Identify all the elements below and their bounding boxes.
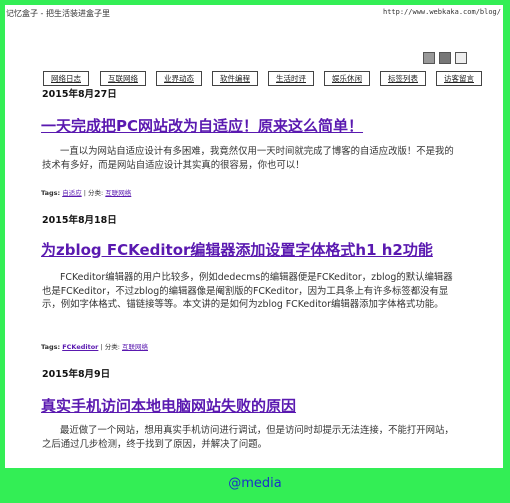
nav-item-guestbook[interactable]: 访客留言: [436, 71, 482, 86]
rss-icon[interactable]: [439, 52, 451, 64]
post-title[interactable]: 一天完成把PC网站改为自适应！原来这么简单！: [41, 115, 363, 136]
post-meta: Tags: 自适应 | 分类: 互联网络: [41, 187, 131, 197]
nav-item-entertainment[interactable]: 娱乐休闲: [324, 71, 370, 86]
category-label: | 分类:: [100, 343, 120, 351]
nav-item-programming[interactable]: 软件编程: [212, 71, 258, 86]
category-link[interactable]: 互联网络: [122, 343, 148, 351]
post-excerpt: FCKeditor编辑器的用户比较多，例如dedecms的编辑器便是FCKedi…: [42, 272, 453, 311]
tag-link[interactable]: 自适应: [62, 189, 82, 197]
tag-link[interactable]: FCKeditor: [62, 343, 98, 351]
header-icons: [423, 49, 471, 68]
site-url: http://www.webkaka.com/blog/: [382, 8, 501, 16]
post-title[interactable]: 为zblog FCKeditor编辑器添加设置字体格式h1 h2功能: [41, 239, 433, 260]
post-excerpt: 最近做了一个网站，想用真实手机访问进行调试，但是访问时却提示无法连接，不能打开网…: [42, 425, 454, 450]
post-date: 2015年8月27日: [42, 89, 117, 100]
category-label: | 分类:: [83, 189, 104, 197]
post-excerpt: 一直以为网站自适应设计有多困难，我竟然仅用一天时间就完成了博客的自适应改版！不是…: [42, 146, 454, 171]
image-icon[interactable]: [423, 52, 435, 64]
media-query-label: @media: [228, 476, 282, 491]
post-date: 2015年8月9日: [42, 369, 111, 380]
post-meta: Tags: FCKeditor | 分类: 互联网络: [41, 341, 148, 351]
post-title[interactable]: 真实手机访问本地电脑网站失败的原因: [41, 395, 296, 416]
nav-item-industry[interactable]: 业界动态: [156, 71, 202, 86]
nav-item-tags[interactable]: 标签列表: [380, 71, 426, 86]
tags-label: Tags:: [41, 343, 61, 351]
nav-item-internet[interactable]: 互联网络: [100, 71, 146, 86]
tags-label: Tags:: [41, 189, 61, 197]
blog-page: 记忆盒子 - 把生活装进盒子里 http://www.webkaka.com/b…: [5, 5, 503, 468]
site-header: 记忆盒子 - 把生活装进盒子里 http://www.webkaka.com/b…: [5, 5, 503, 21]
home-icon[interactable]: [455, 52, 467, 64]
nav-item-life[interactable]: 生活时评: [268, 71, 314, 86]
nav-item-blog[interactable]: 网络日志: [43, 71, 89, 86]
post-date: 2015年8月18日: [42, 215, 117, 226]
site-title: 记忆盒子 - 把生活装进盒子里: [6, 9, 110, 18]
category-link[interactable]: 互联网络: [105, 189, 131, 197]
